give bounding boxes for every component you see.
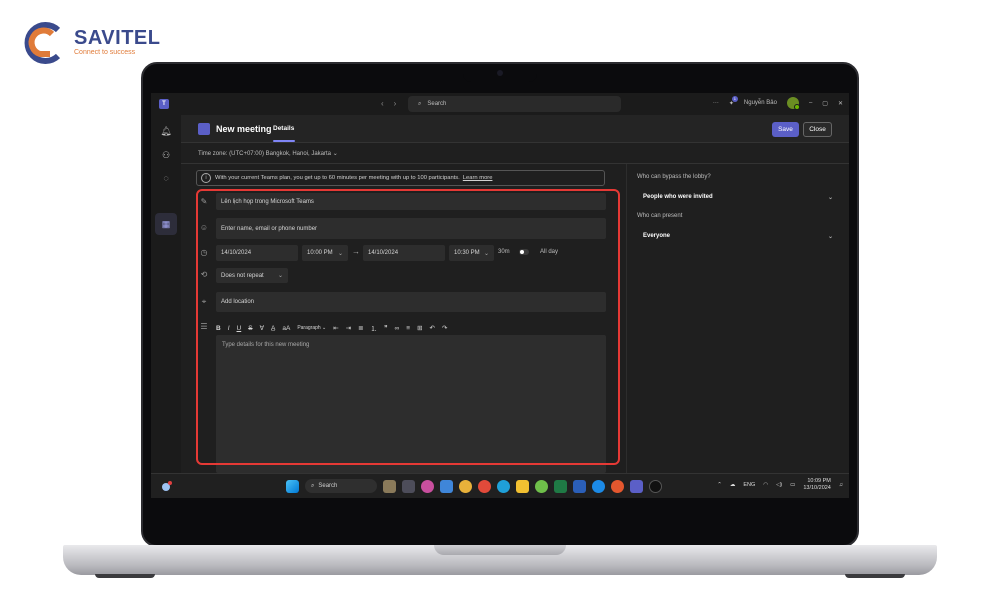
laptop-foot-left <box>95 574 155 578</box>
cloud-icon[interactable]: ☁ <box>730 482 736 488</box>
language-indicator[interactable]: ENG <box>743 482 755 488</box>
clock[interactable]: 10:09 PM 13/10/2024 <box>803 478 831 492</box>
calendar-icon[interactable]: ▦ <box>160 218 172 230</box>
file-explorer-icon[interactable] <box>516 479 529 493</box>
laptop-foot-right <box>845 574 905 578</box>
avatar[interactable] <box>786 97 800 110</box>
bell-icon[interactable]: 🔔︎ <box>160 125 172 137</box>
learn-more-link[interactable]: Learn more <box>463 175 493 181</box>
word-icon[interactable] <box>573 479 586 493</box>
teams-logo-icon: T <box>159 99 169 109</box>
chevron-up-icon[interactable]: ⌃ <box>717 482 722 488</box>
user-name[interactable]: Nguyễn Bảo <box>744 100 777 106</box>
teams-taskbar-icon[interactable] <box>630 479 643 493</box>
edge-icon[interactable] <box>497 479 510 493</box>
brand-tagline: Connect to success <box>74 49 136 56</box>
search-placeholder: Search <box>427 101 447 107</box>
taskbar-apps: ⌕ Search <box>286 479 662 493</box>
bypass-lobby-select[interactable]: People who were invited ⌄ <box>637 188 837 206</box>
app-rail: 🔔︎ ⚇ ◌ ▦ <box>151 115 181 473</box>
chevron-down-icon: ⌄ <box>827 194 833 201</box>
system-tray: ⌃ ☁ ENG ◠ ◁) ▭ 10:09 PM 13/10/2024 ♫ <box>717 478 843 492</box>
clock-time: 10:09 PM <box>807 478 831 484</box>
plan-info-banner: i With your current Teams plan, you get … <box>196 170 605 186</box>
page: SAVITEL Connect to success T ‹› ⌕ Search… <box>0 0 1000 600</box>
chrome-profile-icon[interactable] <box>478 479 491 493</box>
title-bar: T ‹› ⌕ Search ··· ✦ 1 Nguyễn Bảo – ▢ ✕ <box>151 93 849 115</box>
clock-date: 13/10/2024 <box>803 485 831 491</box>
weather-icon[interactable] <box>160 480 173 493</box>
taskbar-search[interactable]: ⌕ Search <box>305 479 377 493</box>
notification-bell-icon[interactable]: ♫ <box>839 482 843 488</box>
greenshot-icon[interactable] <box>535 479 548 493</box>
teams-icon[interactable]: ⚇ <box>160 149 172 161</box>
app-icon[interactable] <box>611 479 624 493</box>
savitel-logo-icon <box>20 20 66 66</box>
timezone-text: Time zone: (UTC+07:00) Bangkok, Hanoi, J… <box>198 151 332 157</box>
tab-details[interactable]: Details <box>273 125 294 132</box>
chevron-down-icon: ⌄ <box>827 233 833 240</box>
activity-icon[interactable]: ✦ 1 <box>729 95 738 107</box>
meeting-header: New meeting Details Save Close <box>181 115 849 143</box>
nav-arrows: ‹› <box>381 99 406 108</box>
zalo-icon[interactable] <box>592 479 605 493</box>
chat-icon[interactable]: ◌ <box>160 172 172 184</box>
more-options-icon[interactable]: ··· <box>713 100 719 106</box>
search-icon: ⌕ <box>311 482 315 489</box>
title-bar-right: ··· ✦ 1 Nguyễn Bảo – ▢ ✕ <box>713 95 843 110</box>
meeting-options-panel: Who can bypass the lobby? People who wer… <box>626 164 849 473</box>
taskbar-search-label: Search <box>318 483 338 489</box>
back-arrow-icon[interactable]: ‹ <box>381 99 394 108</box>
minimize-icon[interactable]: – <box>809 100 812 106</box>
info-icon: i <box>201 173 211 183</box>
bypass-lobby-value: People who were invited <box>643 194 713 200</box>
page-title: New meeting <box>216 124 272 134</box>
battery-icon[interactable]: ▭ <box>790 482 795 488</box>
calendar-badge-icon <box>198 123 210 135</box>
bypass-lobby-label: Who can bypass the lobby? <box>637 174 711 180</box>
who-can-present-select[interactable]: Everyone ⌄ <box>637 227 837 245</box>
maximize-icon[interactable]: ▢ <box>822 100 828 107</box>
windows-start-icon[interactable] <box>286 479 299 493</box>
search-input[interactable]: ⌕ Search <box>408 96 621 112</box>
forward-arrow-icon[interactable]: › <box>394 99 407 108</box>
photos-icon[interactable] <box>440 479 453 493</box>
wifi-icon[interactable]: ◠ <box>763 482 768 488</box>
close-button[interactable]: Close <box>803 122 832 137</box>
widgets-icon[interactable] <box>383 479 396 493</box>
highlight-box <box>196 189 620 465</box>
brand-name: SAVITEL <box>74 27 161 49</box>
chevron-down-icon: ⌄ <box>332 151 338 157</box>
excel-icon[interactable] <box>554 479 567 493</box>
close-window-icon[interactable]: ✕ <box>838 100 843 107</box>
save-button[interactable]: Save <box>772 122 799 137</box>
search-icon: ⌕ <box>418 100 422 107</box>
plan-info-text: With your current Teams plan, you get up… <box>215 175 460 181</box>
laptop-base-notch <box>434 545 566 555</box>
savitel-logo: SAVITEL Connect to success <box>20 20 160 66</box>
camera-icon <box>497 70 503 76</box>
notification-badge: 1 <box>731 95 738 102</box>
who-can-present-value: Everyone <box>643 233 671 239</box>
timezone-selector[interactable]: Time zone: (UTC+07:00) Bangkok, Hanoi, J… <box>198 150 338 157</box>
tab-active-underline <box>273 140 295 142</box>
chrome-icon[interactable] <box>459 479 472 493</box>
task-view-icon[interactable] <box>402 479 415 493</box>
windows-taskbar: ⌕ Search ⌃ ☁ ENG ◠ ◁) ▭ 10:09 PM 13/10/2… <box>151 473 849 498</box>
copilot-icon[interactable] <box>421 479 434 493</box>
volume-icon[interactable]: ◁) <box>776 482 782 488</box>
who-can-present-label: Who can present <box>637 213 683 219</box>
tiktok-icon[interactable] <box>649 479 662 493</box>
